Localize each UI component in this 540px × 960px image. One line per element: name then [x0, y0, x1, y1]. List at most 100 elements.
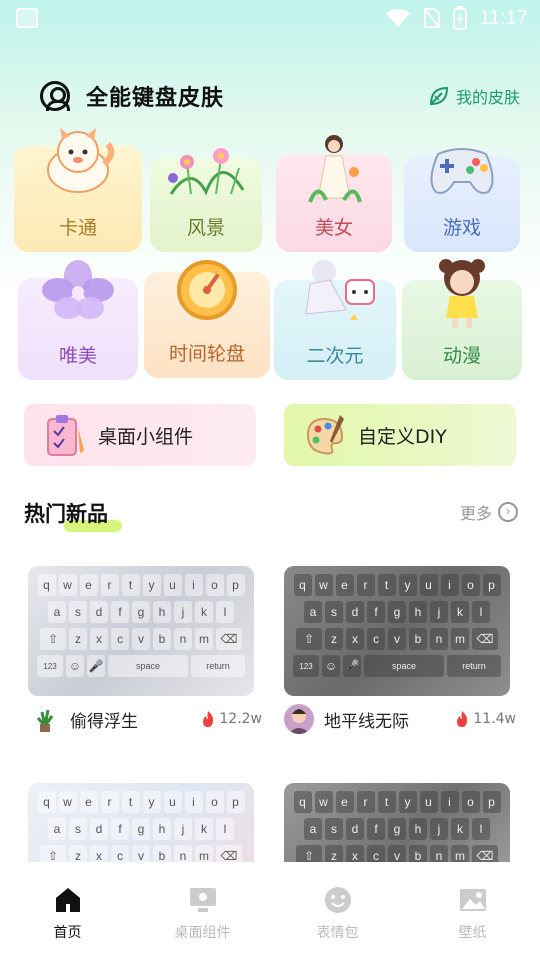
category-aesthetic[interactable]: 唯美 [18, 260, 138, 380]
key: r [100, 574, 119, 596]
key: n [174, 628, 192, 650]
key: m [195, 628, 213, 650]
key: k [451, 601, 469, 623]
category-beauty[interactable]: 美女 [276, 135, 392, 252]
key: r [356, 791, 375, 813]
category-label: 二次元 [306, 345, 364, 367]
key: y [398, 791, 417, 813]
category-cartoon[interactable]: 卡通 [14, 128, 142, 252]
key: g [132, 601, 150, 623]
key: b [153, 628, 171, 650]
desktop-widget-button[interactable]: 桌面小组件 [24, 404, 256, 466]
wheel-icon [177, 260, 237, 320]
nav-home[interactable]: 首页 [0, 862, 135, 960]
key: j [430, 818, 448, 840]
nav-label: 表情包 [316, 925, 359, 941]
key: z [69, 628, 87, 650]
more-link[interactable]: 更多 › [460, 500, 518, 524]
plant-avatar [30, 704, 60, 734]
hot-value: 12.2w [219, 711, 262, 727]
key: e [79, 574, 98, 596]
key: l [216, 601, 234, 623]
space-key: space [108, 655, 188, 677]
key: g [388, 601, 406, 623]
return-key: return [447, 655, 501, 677]
key: w [314, 574, 333, 596]
backspace-key: ⌫ [216, 628, 242, 650]
key: l [216, 818, 234, 840]
key: d [90, 601, 108, 623]
key-row: asdfghjkl [34, 601, 248, 623]
category-animation[interactable]: 动漫 [402, 259, 522, 380]
key: s [325, 818, 343, 840]
key: c [367, 628, 385, 650]
key: v [132, 628, 150, 650]
key: o [461, 791, 480, 813]
custom-diy-button[interactable]: 自定义DIY [284, 404, 516, 466]
my-skin-button[interactable]: 我的皮肤 [428, 84, 520, 108]
keyboard-preview[interactable]: qwertyuiopasdfghjkl⇧zxcvbnm⌫123☺🎤spacere… [284, 566, 510, 696]
nav-label: 桌面组件 [174, 925, 231, 941]
nav-stickers[interactable]: 表情包 [270, 862, 405, 960]
keyboard-info[interactable]: 偷得浮生 12.2w [30, 704, 262, 734]
key: g [132, 818, 150, 840]
category-2d-anime[interactable]: 二次元 [274, 260, 396, 380]
shift-key: ⇧ [296, 628, 322, 650]
key: g [388, 818, 406, 840]
hot-value: 11.4w [473, 711, 516, 727]
chevron-right-icon: › [498, 502, 518, 522]
key: k [195, 818, 213, 840]
key: p [482, 574, 501, 596]
keyboard-preview[interactable]: qwertyuiopasdfghjkl⇧zxcvbnm⌫123☺🎤spacere… [28, 566, 254, 696]
key: u [419, 791, 438, 813]
keyboard-info[interactable]: 地平线无际 11.4w [284, 704, 516, 734]
key: l [472, 818, 490, 840]
key: u [163, 791, 182, 813]
wifi-icon [386, 9, 411, 27]
num-key: 123 [37, 655, 63, 677]
category-scenery[interactable]: 风景 [150, 148, 262, 252]
mic-key: 🎤 [343, 655, 361, 677]
hot-count: 12.2w [200, 710, 262, 728]
user-profile-icon[interactable] [40, 81, 70, 111]
nav-wallpaper[interactable]: 壁纸 [405, 862, 540, 960]
nav-desktop-widget[interactable]: 桌面组件 [135, 862, 270, 960]
key: h [153, 818, 171, 840]
key: f [367, 601, 385, 623]
category-time-wheel[interactable]: 时间轮盘 [144, 260, 270, 378]
key: e [79, 791, 98, 813]
key: r [100, 791, 119, 813]
key: p [226, 574, 245, 596]
key: u [419, 574, 438, 596]
key: y [142, 574, 161, 596]
key: e [335, 574, 354, 596]
category-label: 唯美 [58, 345, 97, 367]
leaf-icon [429, 86, 448, 106]
key-row: ⇧ z x c v b n m ⌫ [34, 628, 248, 650]
cartoon-cat-icon [47, 128, 115, 193]
key-row: qwertyuiop [290, 574, 504, 596]
category-game[interactable]: 游戏 [404, 148, 520, 252]
key: j [174, 818, 192, 840]
key: p [482, 791, 501, 813]
app-title: 全能键盘皮肤 [86, 86, 225, 111]
key: f [111, 601, 129, 623]
shift-key: ⇧ [40, 628, 66, 650]
category-label: 时间轮盘 [168, 343, 245, 365]
emoji-key: ☺ [66, 655, 84, 677]
key: t [377, 574, 396, 596]
key: h [153, 601, 171, 623]
anime-icon [305, 260, 375, 320]
fire-icon [203, 711, 214, 727]
num-key: 123 [293, 655, 319, 677]
hot-count: 11.4w [454, 710, 516, 728]
return-key: return [191, 655, 245, 677]
section-title: 热门新品 [24, 498, 122, 532]
key: q [37, 574, 56, 596]
key: d [90, 818, 108, 840]
emoji-key: ☺ [322, 655, 340, 677]
clock: 11:17 [479, 6, 528, 29]
key: l [472, 601, 490, 623]
key-row: asdfghjkl [34, 818, 248, 840]
key: a [48, 601, 66, 623]
